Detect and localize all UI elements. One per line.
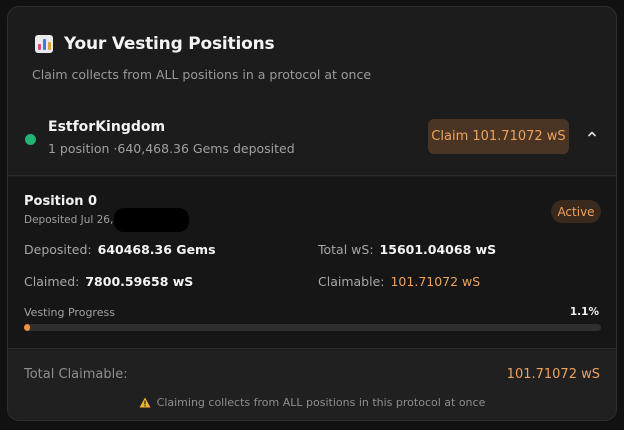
- vesting-progress-percent: 1.1%: [569, 306, 599, 318]
- protocol-meta: 1 position ·640,468.36 Gems deposited: [48, 141, 295, 156]
- deposited-value: 640468.36 Gems: [97, 242, 216, 257]
- claimed-value: 7800.59658 wS: [85, 274, 194, 289]
- claimed-stat: Claimed: 7800.59658 wS: [24, 274, 193, 289]
- deposited-stat: Deposited: 640468.36 Gems: [24, 242, 216, 257]
- position-deposited-date: Deposited Jul 26,: [24, 214, 114, 226]
- card-footer: Total Claimable: 101.71072 wS Claiming c…: [8, 350, 616, 420]
- protocol-row[interactable]: EstforKingdom 1 position ·640,468.36 Gem…: [8, 104, 616, 176]
- status-badge: Active: [551, 200, 601, 223]
- warning-icon: [139, 397, 151, 408]
- claim-button[interactable]: Claim 101.71072 wS: [428, 119, 569, 154]
- claimable-label: Claimable:: [318, 274, 385, 289]
- title-row: Your Vesting Positions: [35, 34, 275, 54]
- position-title: Position 0: [24, 194, 98, 209]
- page-title: Your Vesting Positions: [64, 34, 275, 54]
- vesting-progress-label: Vesting Progress: [24, 306, 115, 319]
- card-header: Your Vesting Positions Claim collects fr…: [8, 7, 616, 102]
- protocol-name: EstforKingdom: [48, 119, 166, 135]
- redacted-block: [114, 208, 189, 232]
- bar-chart-icon: [35, 35, 53, 53]
- total-ws-value: 15601.04068 wS: [379, 242, 497, 257]
- deposited-label: Deposited:: [24, 242, 92, 257]
- vesting-progress-fill: [24, 324, 31, 331]
- page-subtitle: Claim collects from ALL positions in a p…: [32, 67, 372, 82]
- vesting-card: Your Vesting Positions Claim collects fr…: [7, 6, 617, 421]
- claimable-value: 101.71072 wS: [390, 274, 481, 289]
- total-claimable-value: 101.71072 wS: [506, 367, 600, 382]
- warning-note: Claiming collects from ALL positions in …: [8, 396, 616, 409]
- claimable-stat: Claimable: 101.71072 wS: [318, 274, 480, 289]
- total-claimable-label: Total Claimable:: [24, 367, 128, 382]
- warning-text: Claiming collects from ALL positions in …: [156, 396, 486, 409]
- vesting-progress-bar: [24, 324, 601, 331]
- claimed-label: Claimed:: [24, 274, 80, 289]
- chevron-up-icon[interactable]: [586, 128, 598, 140]
- position-panel: Position 0 Deposited Jul 26, Active Depo…: [8, 177, 616, 349]
- total-ws-label: Total wS:: [318, 242, 374, 257]
- total-ws-stat: Total wS: 15601.04068 wS: [318, 242, 496, 257]
- status-dot: [25, 134, 36, 145]
